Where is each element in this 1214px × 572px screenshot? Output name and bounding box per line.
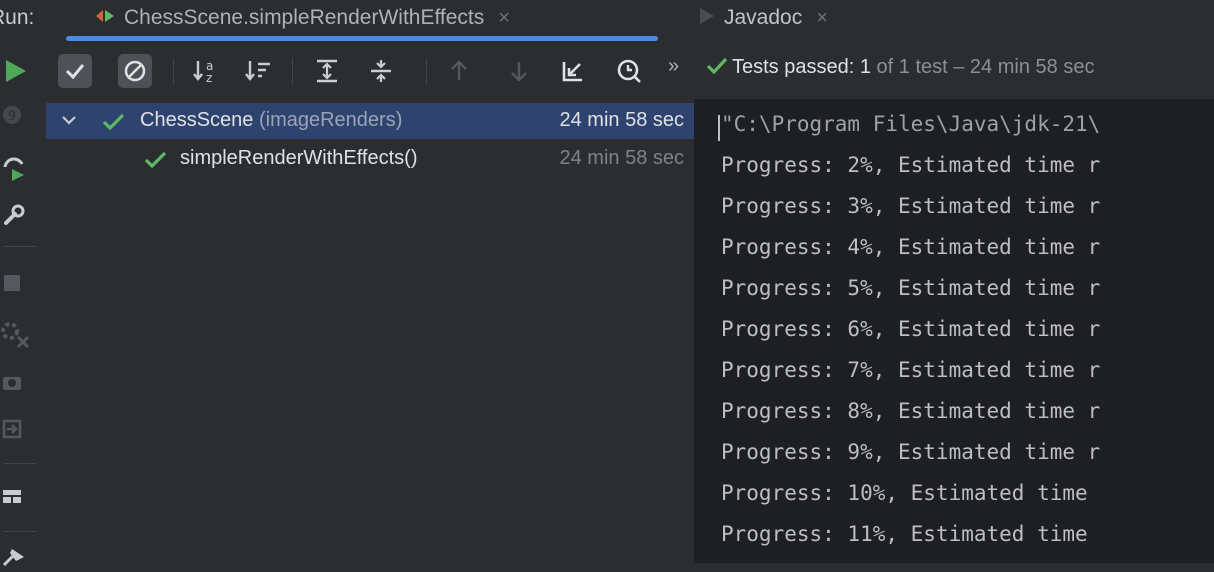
console-line: Progress: 11%, Estimated time (721, 522, 1101, 546)
import-tests-icon (561, 59, 585, 88)
console-output[interactable]: "C:\Program Files\Java\jdk-21\ Progress:… (696, 99, 1214, 563)
tab-close-button[interactable]: × (498, 7, 510, 29)
collapse-all-button[interactable] (364, 54, 398, 88)
show-passed-button[interactable] (58, 54, 92, 88)
rerun-icon[interactable] (2, 57, 28, 90)
next-failed-icon (508, 58, 530, 89)
console-line: Progress: 2%, Estimated time r (721, 153, 1101, 177)
tests-status-detail: of 1 test – 24 min 58 sec (876, 56, 1095, 78)
sort-by-duration-button[interactable] (242, 54, 276, 88)
test-duration: 24 min 58 sec (559, 109, 684, 131)
tab-label: ChessScene.simpleRenderWithEffects (124, 6, 485, 29)
pass-check-icon (706, 56, 728, 82)
tests-status-label: Tests passed: (732, 56, 855, 78)
sort-alphabetically-icon: az (192, 58, 222, 89)
strip-divider (4, 463, 36, 464)
collapse-all-icon (368, 58, 394, 89)
more-button[interactable]: » (668, 55, 679, 78)
expand-all-icon (314, 58, 340, 89)
show-passed-icon (64, 60, 86, 87)
console-line: "C:\Program Files\Java\jdk-21\ (721, 112, 1101, 136)
camera-icon[interactable] (2, 371, 24, 398)
toolbar-separator (292, 58, 293, 84)
tab-close-button[interactable]: × (816, 7, 828, 29)
sort-alphabetically-button[interactable]: az (190, 54, 224, 88)
test-history-icon (616, 58, 642, 89)
show-ignored-button[interactable] (118, 54, 152, 88)
test-duration: 24 min 58 sec (559, 147, 684, 169)
text-caret (718, 115, 720, 141)
strip-divider (4, 246, 36, 247)
run-label: Run: (0, 6, 35, 29)
console-line: Progress: 10%, Estimated time (721, 481, 1101, 505)
tests-status: Tests passed: 1 of 1 test – 24 min 58 se… (706, 56, 1094, 82)
left-tool-strip: 9 (0, 41, 46, 567)
console-line: Progress: 3%, Estimated time r (721, 194, 1101, 218)
rerun-automatically-icon[interactable] (2, 155, 28, 186)
tests-status-count: 1 (859, 56, 871, 78)
svg-text:z: z (206, 71, 212, 84)
previous-failed-button[interactable] (442, 54, 476, 88)
test-class-name: ChessScene (imageRenders) (140, 109, 402, 132)
show-ignored-icon (123, 59, 147, 88)
console-line: Progress: 6%, Estimated time r (721, 317, 1101, 341)
previous-failed-icon (448, 58, 470, 89)
tree-row-simple-render[interactable]: simpleRenderWithEffects() 24 min 58 sec (46, 141, 694, 177)
import-tests-button[interactable] (556, 54, 590, 88)
run-tab-bar: Run: ChessScene.simpleRenderWithEffects ×… (0, 0, 1214, 41)
console-line: Progress: 7%, Estimated time r (721, 358, 1101, 382)
sort-by-duration-icon (244, 58, 274, 89)
exit-icon[interactable] (2, 419, 24, 446)
pass-check-icon (144, 151, 168, 174)
console-line: Progress: 5%, Estimated time r (721, 276, 1101, 300)
tree-row-chess-scene[interactable]: ChessScene (imageRenders) 24 min 58 sec (46, 103, 694, 139)
settings-wrench-icon[interactable] (2, 203, 26, 232)
console-line: Progress: 8%, Estimated time r (721, 399, 1101, 423)
toolbar-separator (173, 58, 174, 84)
test-history-button[interactable] (612, 54, 646, 88)
next-failed-button[interactable] (502, 54, 536, 88)
run-config-icon (96, 4, 116, 32)
test-method-name: simpleRenderWithEffects() (180, 147, 418, 169)
stop-icon[interactable] (2, 273, 24, 300)
test-toolbar: az » Tests passed: 1 of 1 test – 24 min … (46, 41, 1214, 99)
test-class-package: (imageRenders) (258, 109, 403, 131)
pass-check-icon (102, 113, 126, 136)
tab-label: Javadoc (724, 6, 803, 29)
tab-chess-scene[interactable]: ChessScene.simpleRenderWithEffects × (96, 4, 510, 32)
test-class-label: ChessScene (140, 109, 254, 131)
dump-threads-icon[interactable] (0, 319, 30, 354)
expand-all-button[interactable] (310, 54, 344, 88)
rerun-failed-icon[interactable]: 9 (2, 103, 26, 132)
layout-icon[interactable] (2, 487, 24, 514)
console-line: Progress: 4%, Estimated time r (721, 235, 1101, 259)
chevron-down-icon[interactable] (60, 111, 78, 134)
pin-icon[interactable] (0, 547, 26, 572)
toolbar-separator (426, 58, 427, 84)
strip-divider (4, 531, 36, 532)
test-tree: ChessScene (imageRenders) 24 min 58 sec … (46, 99, 694, 563)
svg-text:9: 9 (8, 109, 16, 124)
javadoc-icon (700, 4, 714, 32)
console-line: Progress: 9%, Estimated time r (721, 440, 1101, 464)
tab-javadoc[interactable]: Javadoc × (700, 4, 828, 32)
